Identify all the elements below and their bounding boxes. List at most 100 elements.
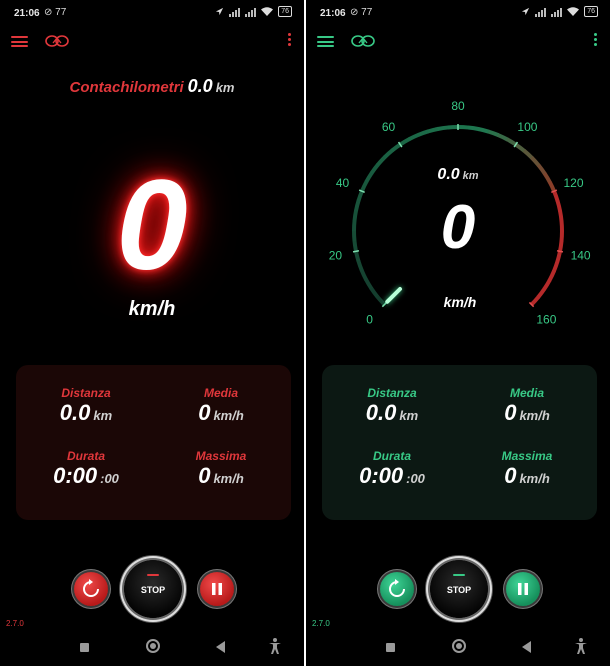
app-version: 2.7.0 xyxy=(6,619,24,628)
gauge-arc-segment xyxy=(547,270,556,282)
gauge-tick-label: 60 xyxy=(382,120,396,134)
odometer-value: 0.0 xyxy=(187,76,213,96)
stat-label: Media xyxy=(509,386,544,400)
gauge-arc-segment xyxy=(514,142,526,153)
stat-value: 0 xyxy=(198,400,211,425)
gauge-arc-segment xyxy=(356,260,364,272)
stop-label: STOP xyxy=(446,585,472,595)
android-nav-bar xyxy=(306,634,610,662)
status-time: 21:06 xyxy=(14,8,40,19)
stat-label: Durata xyxy=(66,449,105,463)
stat-value: 0:00 xyxy=(53,463,98,488)
gauge-arc-segment xyxy=(383,148,394,159)
stat-massima: Massima 0 km/h xyxy=(156,449,286,489)
toolbar xyxy=(0,30,304,52)
stop-button[interactable]: STOP xyxy=(430,560,488,618)
gauge-arc-segment xyxy=(530,156,541,167)
gauge-arc-segment xyxy=(376,155,387,167)
gauge-arc-segment xyxy=(375,295,386,306)
stat-label: Massima xyxy=(501,449,553,463)
stop-indicator xyxy=(147,574,159,576)
stat-unit: km/h xyxy=(519,471,550,486)
stat-label: Durata xyxy=(372,449,411,463)
more-vert-icon[interactable] xyxy=(288,33,292,48)
logo-icon xyxy=(45,35,69,47)
stat-media: Media 0 km/h xyxy=(462,386,592,426)
more-vert-icon[interactable] xyxy=(594,33,598,48)
odometer-unit: km xyxy=(215,80,235,95)
toolbar xyxy=(306,30,610,52)
gauge-tick-label: 160 xyxy=(536,312,556,326)
left-phone-screen: 21:06 ⊘ 77 76 Contachilometri 0.0 km 0 km/… xyxy=(0,0,304,666)
gauge-tick-label: 0 xyxy=(366,312,373,326)
stat-distanza: Distanza 0.0 km xyxy=(21,386,151,426)
accessibility-icon[interactable] xyxy=(574,638,588,654)
stats-panel: Distanza 0.0 km Media 0 km/h Durata 0:00:00 M… xyxy=(16,365,291,520)
stat-durata: Durata 0:00:00 xyxy=(327,449,457,489)
recents-icon[interactable] xyxy=(386,643,395,652)
battery-icon: 76 xyxy=(278,6,292,17)
gauge-arc-segment xyxy=(399,137,411,147)
wifi-icon xyxy=(567,7,580,16)
signal-icon xyxy=(535,7,547,17)
gauge-tick-label: 80 xyxy=(451,99,465,113)
menu-icon[interactable] xyxy=(11,36,28,47)
reset-button[interactable] xyxy=(74,572,108,606)
stat-value: 0 xyxy=(504,463,517,488)
gauge-arc-segment xyxy=(529,295,540,307)
stop-label: STOP xyxy=(140,585,166,595)
gauge-arc-segment xyxy=(408,132,420,142)
stat-label: Media xyxy=(203,386,238,400)
stat-durata: Durata 0:00:00 xyxy=(21,449,151,489)
stat-label: Massima xyxy=(195,449,247,463)
right-phone-screen: 21:06 ⊘ 77 76 0 20 40 60 80 100 120 140 160 0.0 k… xyxy=(306,0,610,666)
gauge-arc-segment xyxy=(457,125,470,130)
stat-label: Distanza xyxy=(367,386,417,400)
gauge-arc-segment xyxy=(369,287,380,299)
signal-icon-2 xyxy=(551,7,563,17)
gauge-arc-segment xyxy=(467,125,480,132)
speed-display: 0 xyxy=(440,193,476,262)
gauge-arc-segment xyxy=(417,129,429,137)
stats-panel: Distanza 0.0 km Media 0 km/h Durata 0:00:00 M… xyxy=(322,365,597,520)
stop-button[interactable]: STOP xyxy=(124,560,182,618)
stat-unit: km xyxy=(93,408,113,423)
recents-icon[interactable] xyxy=(80,643,89,652)
accessibility-icon[interactable] xyxy=(268,638,282,654)
stat-unit: km/h xyxy=(213,471,244,486)
odometer-label: Contachilometri xyxy=(69,79,184,96)
notification-count: 77 xyxy=(55,7,67,18)
gauge-distance: 0.0 km xyxy=(306,166,610,184)
reset-button[interactable] xyxy=(380,572,414,606)
stat-value: 0 xyxy=(198,463,211,488)
stat-seconds: :00 xyxy=(406,471,425,486)
stat-value: 0.0 xyxy=(365,400,397,425)
back-icon[interactable] xyxy=(216,641,225,653)
stat-unit: km xyxy=(399,408,419,423)
gauge-arc-segment xyxy=(551,260,560,273)
pause-button[interactable] xyxy=(200,572,234,606)
stat-unit: km/h xyxy=(519,408,550,423)
battery-icon: 76 xyxy=(584,6,598,17)
menu-icon[interactable] xyxy=(317,36,334,47)
stop-indicator xyxy=(453,574,465,576)
gauge-distance-unit: km xyxy=(462,170,479,182)
stat-media: Media 0 km/h xyxy=(156,386,286,426)
home-icon[interactable] xyxy=(452,639,466,653)
location-icon xyxy=(216,7,224,16)
odometer: Contachilometri 0.0 km xyxy=(0,76,304,97)
signal-icon-2 xyxy=(245,7,257,17)
back-icon[interactable] xyxy=(522,641,531,653)
logo-icon xyxy=(351,35,375,47)
stat-value: 0.0 xyxy=(59,400,91,425)
gauge-arc-segment xyxy=(437,125,449,131)
home-icon[interactable] xyxy=(146,639,160,653)
gauge-tick-label: 100 xyxy=(517,120,537,134)
gauge-arc-segment xyxy=(447,125,459,130)
pause-button[interactable] xyxy=(506,572,540,606)
reset-icon xyxy=(389,579,405,597)
gauge-arc-segment xyxy=(359,269,369,281)
gauge-needle xyxy=(385,286,403,304)
pause-icon xyxy=(518,583,528,595)
signal-icon xyxy=(229,7,241,17)
